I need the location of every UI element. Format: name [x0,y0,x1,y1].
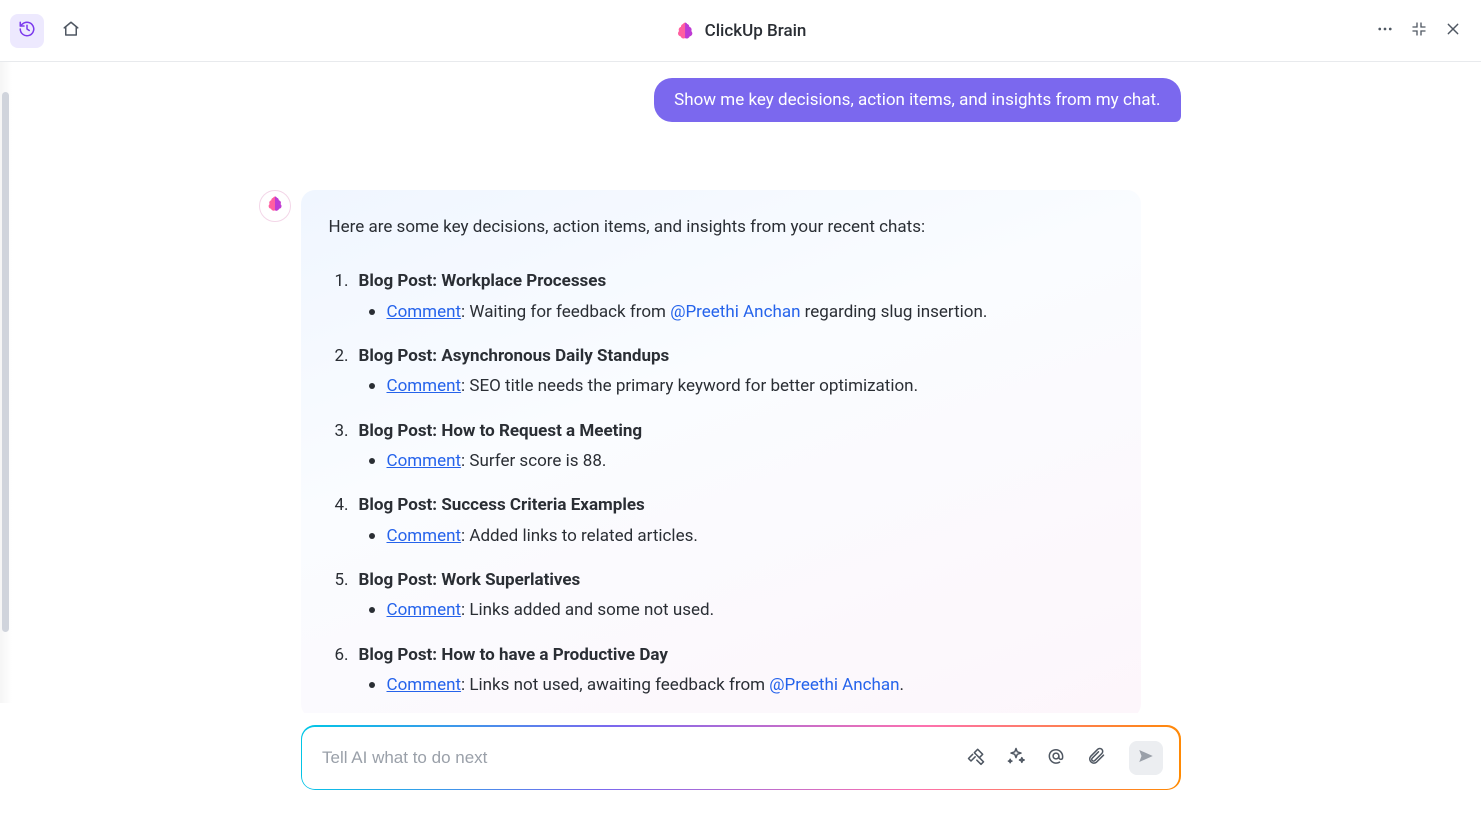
list-item: 4. Blog Post: Success Criteria Examples [329,492,1113,518]
item-comment-text: Comment: Links not used, awaiting feedba… [387,672,905,698]
sparkle-button[interactable] [1005,747,1027,769]
bullet-icon [369,682,375,688]
app-header: ClickUp Brain [0,0,1481,62]
comment-link[interactable]: Comment [387,376,462,396]
home-button[interactable] [54,14,88,48]
close-button[interactable] [1443,21,1463,41]
comment-link[interactable]: Comment [387,675,462,695]
list-item: 1. Blog Post: Workplace Processes [329,268,1113,294]
item-comment-row: Comment: Surfer score is 88. [369,448,1113,474]
more-icon [1376,20,1394,42]
minimize-button[interactable] [1409,21,1429,41]
assistant-block: Here are some key decisions, action item… [261,190,1181,713]
assistant-intro: Here are some key decisions, action item… [329,214,1113,240]
input-zone [0,713,1481,823]
ai-input-wrap [301,725,1181,790]
item-title: Blog Post: Asynchronous Daily Standups [359,343,670,369]
item-title: Blog Post: How to have a Productive Day [359,642,668,668]
bullet-icon [369,533,375,539]
item-title: Blog Post: How to Request a Meeting [359,418,643,444]
more-button[interactable] [1375,21,1395,41]
attach-button[interactable] [1085,747,1107,769]
assistant-items-list: 1. Blog Post: Workplace Processes Comment:… [329,268,1113,698]
comment-text-before: : Surfer score is 88. [461,451,606,471]
history-icon [18,20,36,42]
bullet-icon [369,383,375,389]
comment-text-before: : Links not used, awaiting feedback from [461,675,769,695]
item-title: Blog Post: Workplace Processes [359,268,607,294]
item-comment-row: Comment: SEO title needs the primary key… [369,373,1113,399]
item-number: 5. [329,567,349,593]
home-icon [62,20,80,42]
item-number: 4. [329,492,349,518]
item-comment-text: Comment: SEO title needs the primary key… [387,373,919,399]
item-comment-text: Comment: Added links to related articles… [387,523,698,549]
comment-text-before: : SEO title needs the primary keyword fo… [461,376,918,396]
list-item: 6. Blog Post: How to have a Productive Da… [329,642,1113,668]
brain-avatar-icon [266,195,284,217]
item-comment-row: Comment: Added links to related articles… [369,523,1113,549]
item-comment-text: Comment: Waiting for feedback from @Pree… [387,299,988,325]
comment-link[interactable]: Comment [387,526,462,546]
comment-link[interactable]: Comment [387,600,462,620]
close-icon [1445,21,1461,41]
bullet-icon [369,607,375,613]
item-comment-row: Comment: Waiting for feedback from @Pree… [369,299,1113,325]
item-comment-text: Comment: Surfer score is 88. [387,448,607,474]
ai-prompt-input[interactable] [322,748,965,768]
minimize-icon [1411,21,1427,41]
sparkle-icon [1006,746,1026,770]
comment-link[interactable]: Comment [387,302,462,322]
comment-text-before: : Waiting for feedback from [461,302,670,322]
item-title: Blog Post: Work Superlatives [359,567,581,593]
header-title-group: ClickUp Brain [675,21,807,41]
user-message-text: Show me key decisions, action items, and… [674,90,1160,110]
paperclip-icon [1086,746,1106,770]
comment-text-after: . [900,675,904,695]
item-comment-row: Comment: Links not used, awaiting feedba… [369,672,1113,698]
list-item: 5. Blog Post: Work Superlatives [329,567,1113,593]
user-mention[interactable]: @Preethi Anchan [670,302,800,322]
list-item: 2. Blog Post: Asynchronous Daily Standups [329,343,1113,369]
tools-icon [966,746,986,770]
assistant-response-card: Here are some key decisions, action item… [301,190,1141,713]
comment-text-after: regarding slug insertion. [800,302,987,322]
history-button[interactable] [10,14,44,48]
tools-button[interactable] [965,747,987,769]
user-message-bubble: Show me key decisions, action items, and… [654,78,1180,122]
header-right [1375,21,1463,41]
mention-button[interactable] [1045,747,1067,769]
brain-logo-icon [675,21,695,41]
bullet-icon [369,458,375,464]
item-number: 2. [329,343,349,369]
ai-input-inner [302,727,1179,789]
assistant-avatar [259,190,291,222]
user-mention[interactable]: @Preethi Anchan [769,675,899,695]
comment-link[interactable]: Comment [387,451,462,471]
item-title: Blog Post: Success Criteria Examples [359,492,645,518]
item-number: 3. [329,418,349,444]
page-title: ClickUp Brain [705,21,807,41]
comment-text-before: : Added links to related articles. [461,526,698,546]
bullet-icon [369,309,375,315]
send-button[interactable] [1129,741,1163,775]
send-icon [1137,747,1155,769]
item-comment-row: Comment: Links added and some not used. [369,597,1113,623]
input-action-icons [965,741,1163,775]
header-left [10,14,88,48]
item-comment-text: Comment: Links added and some not used. [387,597,715,623]
at-icon [1046,746,1066,770]
item-number: 1. [329,268,349,294]
list-item: 3. Blog Post: How to Request a Meeting [329,418,1113,444]
conversation-area: Show me key decisions, action items, and… [0,62,1481,713]
comment-text-before: : Links added and some not used. [461,600,714,620]
item-number: 6. [329,642,349,668]
